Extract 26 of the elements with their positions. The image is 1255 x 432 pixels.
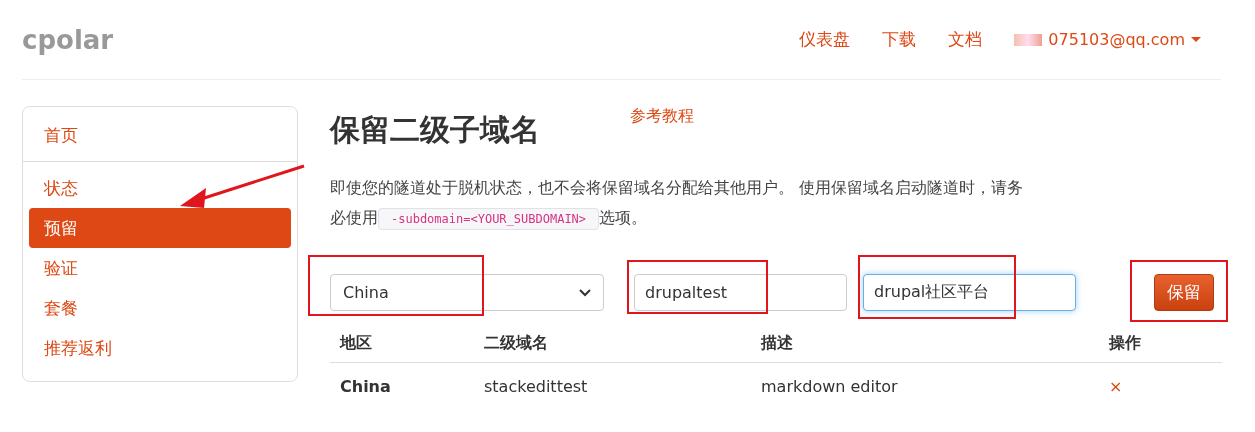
sidebar-item[interactable]: 状态 <box>29 168 291 208</box>
nav-link[interactable]: 仪表盘 <box>799 28 851 51</box>
account-menu[interactable]: 075103@qq.com <box>1014 30 1201 49</box>
tutorial-link[interactable]: 参考教程 <box>630 106 694 127</box>
sidebar-item[interactable]: 推荐返利 <box>29 328 291 368</box>
table-cell-text: stackedittest <box>484 376 589 396</box>
description-input[interactable]: drupal社区平台 <box>863 274 1076 311</box>
page-title: 保留二级子域名 <box>330 111 540 149</box>
nav-link[interactable]: 下载 <box>882 28 917 51</box>
sidebar-item[interactable]: 首页 <box>23 113 297 162</box>
delete-link[interactable]: × <box>1109 376 1222 396</box>
column-header: 描述 <box>761 333 794 354</box>
description-text: 即使您的隧道处于脱机状态，也不会将保留域名分配给其他用户。 使用保留域名启动隧道时，请务必使用 -subdomain=<YOUR_SUBDOMAIN> 选项。 <box>330 173 1030 234</box>
region-select[interactable]: China <box>330 274 604 311</box>
column-header: 二级域名 <box>484 333 549 354</box>
subdomain-input[interactable]: drupaltest <box>634 274 847 311</box>
table-cell-text: markdown editor <box>761 376 899 396</box>
column-header: 操作 <box>1109 333 1142 354</box>
sidebar-item[interactable]: 预留 <box>29 208 291 248</box>
brand-logo[interactable]: cpolar <box>22 24 114 55</box>
table-cell-text: China <box>340 376 392 396</box>
sidebar-item[interactable]: 验证 <box>29 248 291 288</box>
column-header: 地区 <box>340 333 373 354</box>
sidebar-item[interactable]: 套餐 <box>29 288 291 328</box>
reserve-button[interactable]: 保留 <box>1154 274 1214 311</box>
nav-link[interactable]: 文档 <box>948 28 983 51</box>
